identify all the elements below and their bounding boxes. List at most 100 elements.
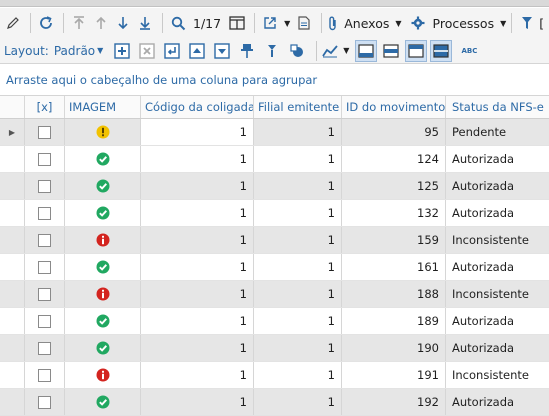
row-checkbox[interactable] (38, 287, 51, 301)
delete-row-icon[interactable] (136, 40, 158, 62)
table-row[interactable]: 1 1 161 Autorizada (0, 254, 549, 281)
table-row[interactable]: 1 1 189 Autorizada (0, 308, 549, 335)
filial-emitente-cell[interactable]: 1 (254, 308, 342, 334)
attachment-icon[interactable] (327, 12, 339, 34)
table-row[interactable]: 1 1 125 Autorizada (0, 173, 549, 200)
codigo-coligada-cell[interactable]: 1 (141, 335, 254, 361)
processos-dropdown-caret-icon[interactable]: ▼ (500, 19, 506, 28)
status-nfse-cell[interactable]: Autorizada (446, 335, 549, 361)
row-checkbox[interactable] (38, 179, 51, 193)
panel-layout-icon[interactable] (227, 12, 247, 34)
codigo-coligada-cell[interactable]: 1 (141, 254, 254, 280)
top-panel-icon[interactable] (405, 39, 428, 62)
move-up-icon[interactable] (186, 40, 208, 62)
status-nfse-cell[interactable]: Autorizada (446, 254, 549, 280)
codigo-coligada-cell[interactable]: 1 (141, 362, 254, 388)
table-row[interactable]: 1 1 124 Autorizada (0, 146, 549, 173)
export-icon[interactable] (260, 12, 280, 34)
row-checkbox[interactable] (38, 368, 51, 382)
id-movimento-cell[interactable]: 190 (342, 335, 446, 361)
id-movimento-cell[interactable]: 191 (342, 362, 446, 388)
next-record-icon[interactable] (113, 12, 133, 34)
codigo-coligada-cell[interactable]: 1 (141, 308, 254, 334)
codigo-coligada-cell[interactable]: 1 (141, 389, 254, 415)
enter-row-icon[interactable] (161, 40, 183, 62)
anexos-dropdown-caret-icon[interactable]: ▼ (395, 19, 401, 28)
move-down-icon[interactable] (211, 40, 233, 62)
last-record-icon[interactable] (135, 12, 155, 34)
abc-spellcheck-button[interactable]: ABC (461, 47, 477, 55)
row-checkbox[interactable] (38, 314, 51, 328)
filial-emitente-column-header[interactable]: Filial emitente (254, 96, 342, 118)
filial-emitente-cell[interactable]: 1 (254, 119, 342, 145)
status-nfse-cell[interactable]: Inconsistente (446, 227, 549, 253)
filter-icon[interactable] (517, 12, 537, 34)
row-checkbox[interactable] (38, 152, 51, 166)
id-movimento-cell[interactable]: 188 (342, 281, 446, 307)
codigo-coligada-cell[interactable]: 1 (141, 200, 254, 226)
processos-menu-button[interactable]: Processos (433, 16, 495, 31)
row-checkbox[interactable] (38, 233, 51, 247)
row-checkbox[interactable] (38, 260, 51, 274)
table-row[interactable]: 1 1 132 Autorizada (0, 200, 549, 227)
status-nfse-cell[interactable]: Inconsistente (446, 362, 549, 388)
gear-icon[interactable] (408, 12, 428, 34)
group-by-drop-area[interactable]: Arraste aqui o cabeçalho de uma coluna p… (0, 64, 549, 96)
filial-emitente-cell[interactable]: 1 (254, 335, 342, 361)
status-nfse-cell[interactable]: Inconsistente (446, 281, 549, 307)
shapes-icon[interactable] (286, 40, 308, 62)
codigo-coligada-cell[interactable]: 1 (141, 281, 254, 307)
filial-emitente-cell[interactable]: 1 (254, 200, 342, 226)
layout-select[interactable]: Padrão ▼ (54, 44, 103, 58)
id-movimento-column-header[interactable]: ID do movimento (342, 96, 446, 118)
codigo-coligada-cell[interactable]: 1 (141, 146, 254, 172)
anexos-menu-button[interactable]: Anexos (344, 16, 389, 31)
id-movimento-cell[interactable]: 192 (342, 389, 446, 415)
row-checkbox[interactable] (38, 206, 51, 220)
pin-icon[interactable] (236, 40, 258, 62)
status-nfse-cell[interactable]: Autorizada (446, 173, 549, 199)
codigo-coligada-cell[interactable]: 1 (141, 119, 254, 145)
codigo-coligada-cell[interactable]: 1 (141, 227, 254, 253)
select-all-column-header[interactable]: [x] (25, 96, 65, 118)
table-row[interactable]: ▶ 1 1 95 Pendente (0, 119, 549, 146)
id-movimento-cell[interactable]: 125 (342, 173, 446, 199)
export-dropdown-caret-icon[interactable]: ▼ (284, 19, 290, 28)
table-row[interactable]: 1 1 190 Autorizada (0, 335, 549, 362)
status-nfse-cell[interactable]: Autorizada (446, 308, 549, 334)
add-row-icon[interactable] (111, 40, 133, 62)
stacked-panel-icon[interactable] (430, 39, 453, 62)
table-row[interactable]: 1 1 192 Autorizada (0, 389, 549, 416)
chart-dropdown-caret-icon[interactable]: ▼ (343, 46, 349, 55)
middle-panel-icon[interactable] (380, 40, 402, 62)
id-movimento-cell[interactable]: 159 (342, 227, 446, 253)
image-column-header[interactable]: IMAGEM (65, 96, 141, 118)
id-movimento-cell[interactable]: 161 (342, 254, 446, 280)
sort-icon[interactable] (261, 40, 283, 62)
table-row[interactable]: 1 1 159 Inconsistente (0, 227, 549, 254)
previous-record-icon[interactable] (91, 12, 111, 34)
filial-emitente-cell[interactable]: 1 (254, 146, 342, 172)
filial-emitente-cell[interactable]: 1 (254, 227, 342, 253)
filial-emitente-cell[interactable]: 1 (254, 281, 342, 307)
search-icon[interactable] (168, 12, 188, 34)
filial-emitente-cell[interactable]: 1 (254, 362, 342, 388)
filial-emitente-cell[interactable]: 1 (254, 254, 342, 280)
id-movimento-cell[interactable]: 124 (342, 146, 446, 172)
row-checkbox[interactable] (38, 341, 51, 355)
table-row[interactable]: 1 1 191 Inconsistente (0, 362, 549, 389)
status-nfse-cell[interactable]: Autorizada (446, 200, 549, 226)
chart-icon[interactable] (322, 40, 338, 62)
bottom-panel-icon[interactable] (355, 39, 378, 62)
status-nfse-cell[interactable]: Autorizada (446, 146, 549, 172)
filial-emitente-cell[interactable]: 1 (254, 173, 342, 199)
row-checkbox[interactable] (38, 395, 51, 409)
codigo-coligada-column-header[interactable]: Código da coligada (141, 96, 254, 118)
document-icon[interactable] (294, 12, 314, 34)
first-record-icon[interactable] (69, 12, 89, 34)
id-movimento-cell[interactable]: 189 (342, 308, 446, 334)
id-movimento-cell[interactable]: 95 (342, 119, 446, 145)
status-nfse-cell[interactable]: Pendente (446, 119, 549, 145)
id-movimento-cell[interactable]: 132 (342, 200, 446, 226)
edit-pencil-icon[interactable] (3, 12, 23, 34)
